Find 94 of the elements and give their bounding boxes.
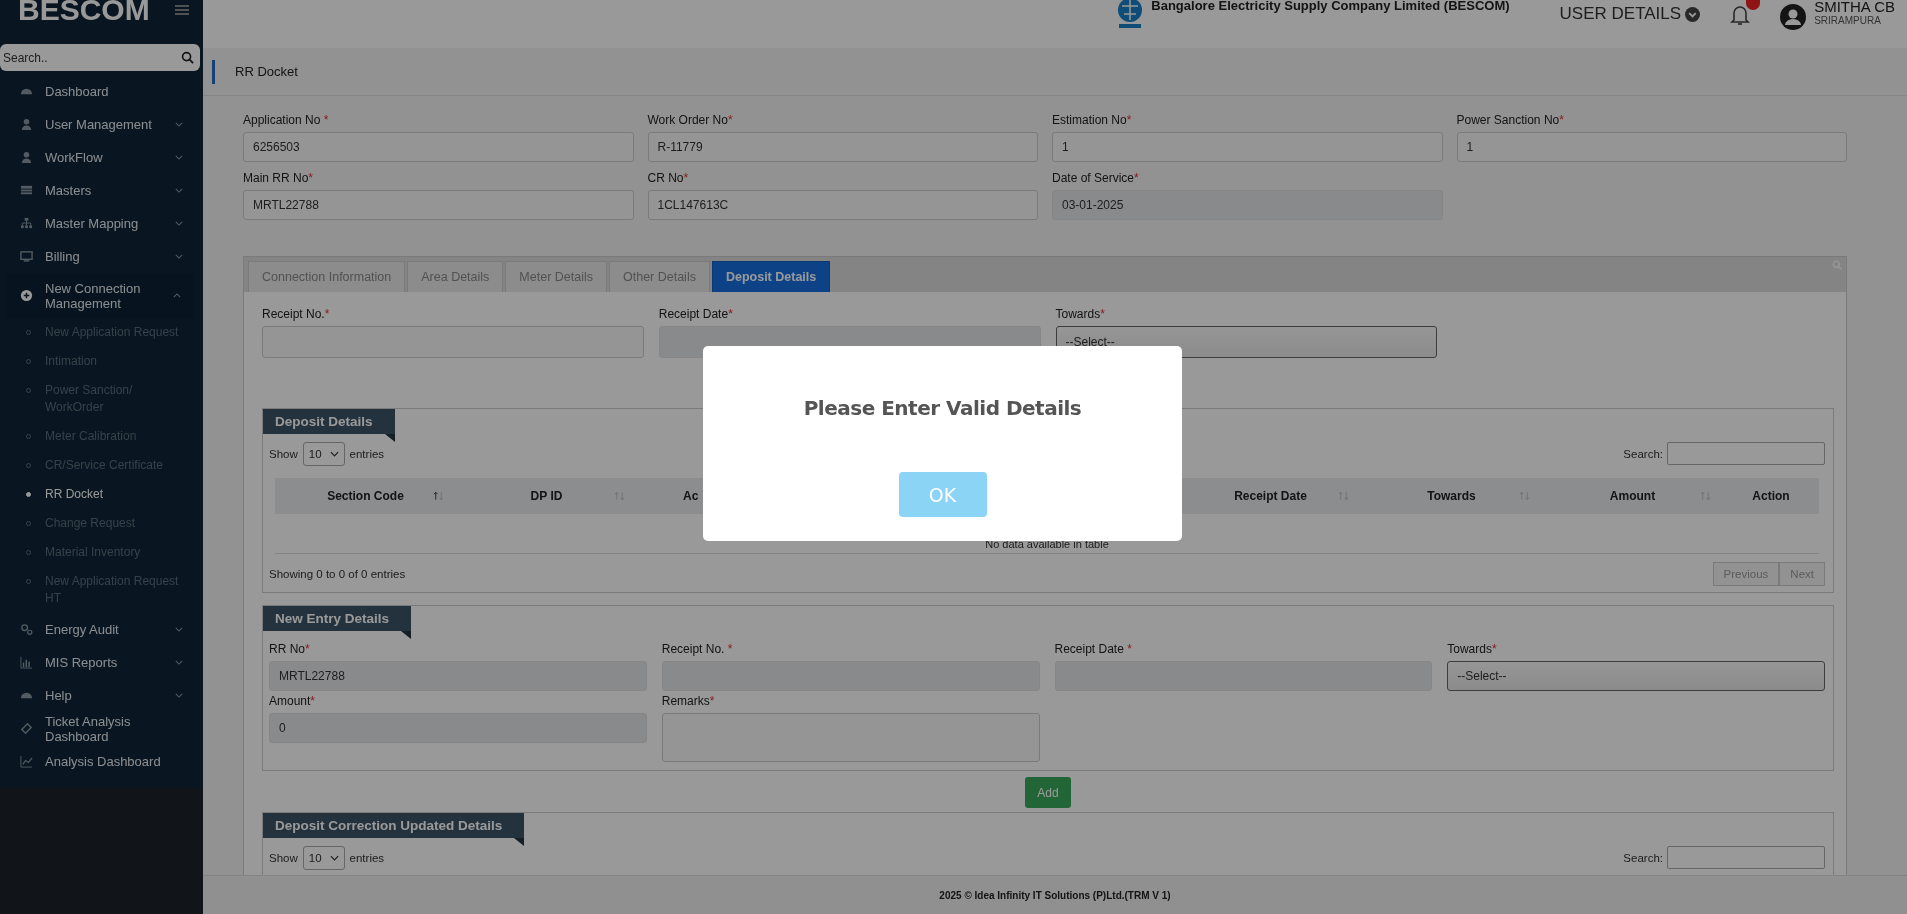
section-title: Deposit Correction Updated Details <box>263 813 525 838</box>
sidebar-item[interactable]: Dashboard <box>0 75 203 108</box>
input-field[interactable] <box>262 326 644 358</box>
field-label: Receipt Date* <box>658 306 734 323</box>
sidebar-item[interactable]: User Management <box>0 108 203 141</box>
show-label: Show <box>269 851 298 864</box>
plus-circle-icon <box>20 289 33 302</box>
table-info: Showing 0 to 0 of 0 entries <box>269 568 406 580</box>
line-chart-icon <box>20 755 33 768</box>
page-size-select[interactable]: 10 <box>302 845 345 870</box>
field-label: Application No * <box>243 112 330 129</box>
sort-icon[interactable] <box>1338 491 1349 501</box>
field-label: Amount* <box>269 693 317 710</box>
sidebar-item[interactable]: MIS Reports <box>0 646 203 679</box>
input-field[interactable]: MRTL22788 <box>243 190 634 220</box>
user-details-menu[interactable]: USER DETAILS <box>1559 4 1701 24</box>
field-label: Remarks* <box>661 693 716 710</box>
section-title: New Entry Details <box>263 606 412 631</box>
field-label: RR No* <box>269 641 311 658</box>
page-size-select[interactable]: 10 <box>302 441 345 466</box>
tab[interactable]: Deposit Details <box>711 261 831 292</box>
column-header[interactable]: Receipt Date <box>1180 478 1361 514</box>
field-label: Receipt Date * <box>1054 641 1133 658</box>
sitemap-icon <box>20 217 33 230</box>
bar-chart-icon <box>20 656 33 669</box>
bullet-icon <box>26 492 31 497</box>
select-field[interactable]: --Select-- <box>1447 661 1825 691</box>
field-label: Power Sanction No* <box>1456 112 1565 129</box>
sidebar-subitem[interactable]: RR Docket <box>0 480 203 509</box>
sort-icon[interactable] <box>1519 491 1530 501</box>
list-icon <box>20 184 33 197</box>
monitor-icon <box>20 250 33 263</box>
search-label: Search: <box>1623 851 1663 864</box>
title-accent-bar <box>212 59 215 84</box>
show-label: Show <box>269 447 298 460</box>
sidebar-item[interactable]: Masters <box>0 174 203 207</box>
user-location: SRIRAMPURA <box>1814 15 1882 26</box>
sort-icon[interactable] <box>433 491 444 501</box>
company-name: Bangalore Electricity Supply Company Limited (BESCOM) <box>1151 0 1510 13</box>
caret-icon <box>329 854 339 861</box>
field-label: Work Order No* <box>647 112 734 129</box>
sidebar-item[interactable]: WorkFlow <box>0 141 203 174</box>
sort-icon[interactable] <box>614 491 625 501</box>
search-icon <box>181 51 194 64</box>
column-header[interactable]: Action <box>1723 478 1819 514</box>
input-field[interactable]: 1CL147613C <box>647 190 1038 220</box>
field-label: Towards* <box>1447 641 1498 658</box>
menu-icon[interactable] <box>175 4 189 16</box>
gears-icon <box>20 623 33 636</box>
tag-icon <box>20 722 33 735</box>
avatar-icon[interactable] <box>1780 4 1807 30</box>
text-area[interactable] <box>661 713 1040 762</box>
notification-bell-icon[interactable] <box>1730 4 1751 26</box>
entries-label: entries <box>349 447 385 460</box>
notification-badge <box>1746 0 1761 10</box>
sidebar-item[interactable]: Help <box>0 679 203 712</box>
sidebar-item[interactable]: Energy Audit <box>0 613 203 646</box>
input-field[interactable]: R-11779 <box>647 132 1038 162</box>
column-header[interactable]: Towards <box>1361 478 1542 514</box>
sidebar-item[interactable]: Analysis Dashboard <box>0 745 203 778</box>
field-label: Receipt No.* <box>262 306 331 323</box>
column-header[interactable]: Section Code <box>275 478 456 514</box>
input-field[interactable]: 6256503 <box>243 132 634 162</box>
input-field[interactable]: 1 <box>1052 132 1443 162</box>
entries-label: entries <box>349 851 385 864</box>
caret-icon <box>329 450 339 457</box>
search-field[interactable] <box>1667 442 1825 465</box>
sidebar-item[interactable]: Master Mapping <box>0 207 203 240</box>
footer: 2025 © Idea Infinity IT Solutions (P)Ltd.(TRM V 1) <box>203 875 1907 914</box>
field-label: Estimation No* <box>1052 112 1133 129</box>
field-label: CR No* <box>647 170 690 187</box>
user-icon <box>20 118 33 131</box>
ribbon-fold <box>384 434 395 442</box>
search-field[interactable] <box>1667 846 1825 869</box>
sidebar-item[interactable]: Billing <box>0 240 203 273</box>
field-label: Date of Service* <box>1052 170 1140 187</box>
sidebar-search-field[interactable]: Search.. <box>0 44 200 71</box>
ribbon-fold <box>401 631 412 639</box>
user-icon <box>20 151 33 164</box>
field-label: Main RR No* <box>243 170 315 187</box>
user-name: SMITHA CB <box>1814 0 1895 15</box>
sidebar-item[interactable]: Ticket Analysis Dashboard <box>0 712 203 745</box>
column-header[interactable]: DP ID <box>456 478 637 514</box>
field-label: Receipt No. * <box>661 641 734 658</box>
page-title: RR Docket <box>235 64 298 79</box>
field-label: Towards* <box>1055 306 1106 323</box>
section-title: Deposit Details <box>263 409 395 434</box>
dialog-message: Please Enter Valid Details <box>803 396 1082 420</box>
sort-icon[interactable] <box>1700 491 1711 501</box>
column-header[interactable]: Amount <box>1542 478 1723 514</box>
caret-icon <box>1685 6 1701 22</box>
search-label: Search: <box>1623 447 1663 460</box>
ribbon-fold <box>514 838 525 846</box>
input-field[interactable]: 1 <box>1456 132 1847 162</box>
